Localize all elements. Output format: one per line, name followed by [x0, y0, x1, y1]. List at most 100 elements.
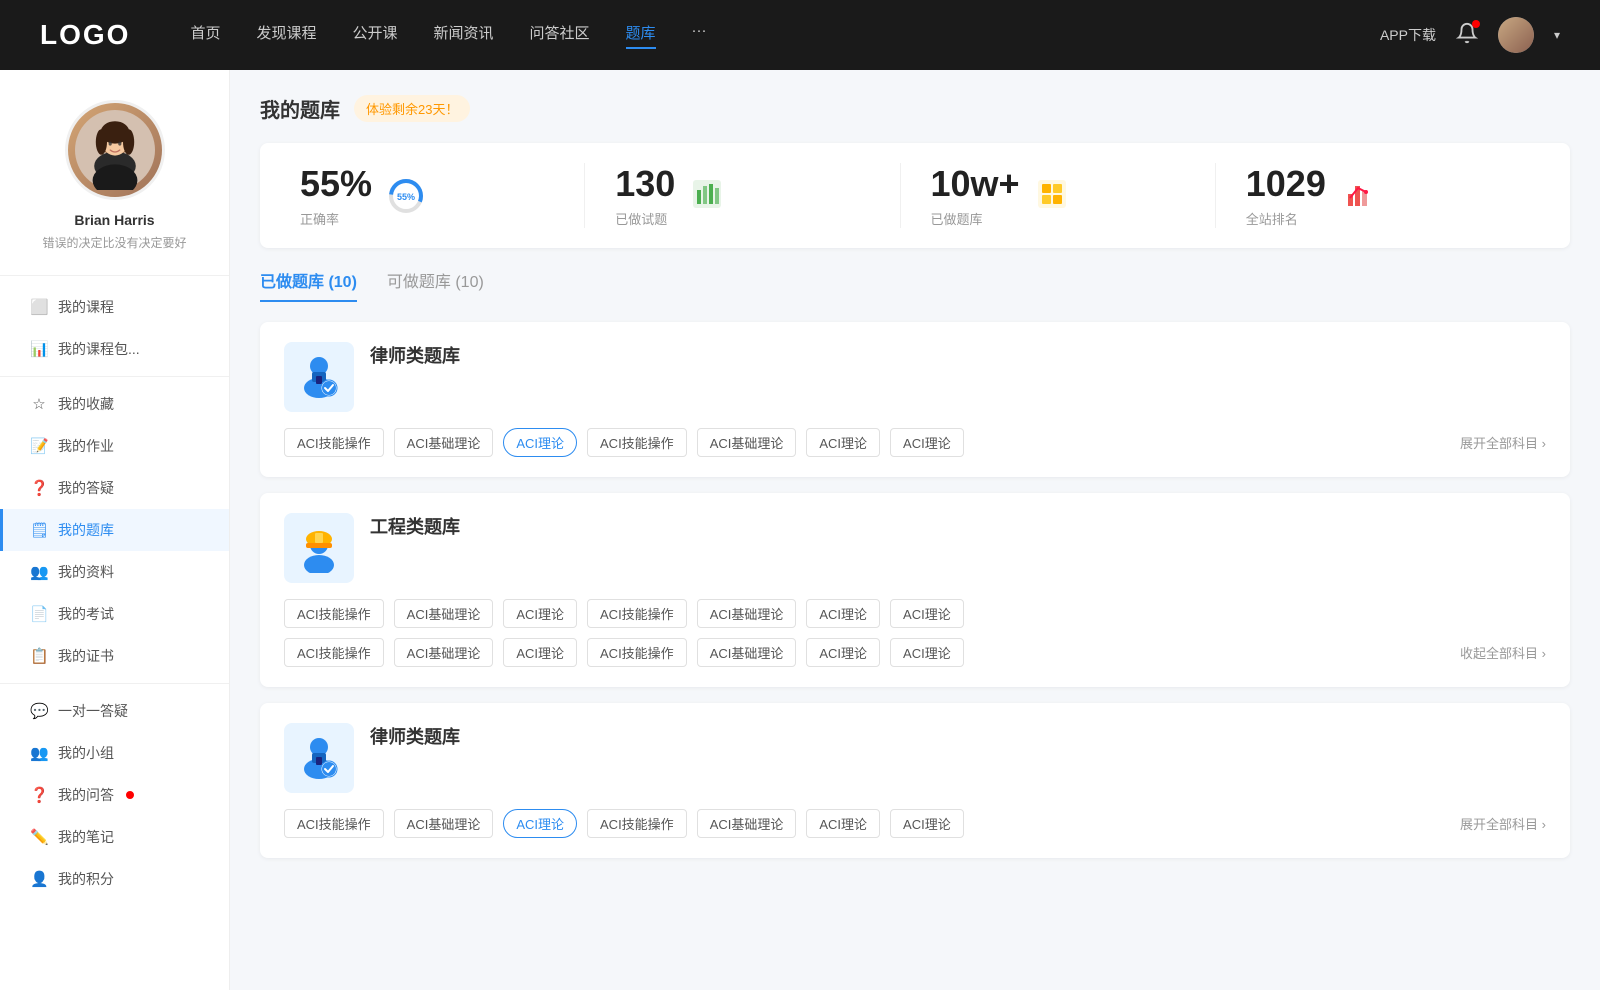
eng-tag-3[interactable]: ACI技能操作	[587, 599, 687, 628]
eng-r2-tag-5[interactable]: ACI理论	[806, 638, 880, 667]
nav-more[interactable]: ···	[692, 22, 707, 49]
sidebar-item-my-certificate[interactable]: 📋 我的证书	[0, 635, 229, 677]
expand-link-lawyer-2[interactable]: 展开全部科目 ›	[1460, 814, 1546, 833]
sidebar-item-one-on-one[interactable]: 💬 一对一答疑	[0, 690, 229, 732]
sidebar-item-my-group[interactable]: 👥 我的小组	[0, 732, 229, 774]
sidebar-item-my-questions[interactable]: ❓ 我的答疑	[0, 467, 229, 509]
eng-r2-tag-0[interactable]: ACI技能操作	[284, 638, 384, 667]
tag-2[interactable]: ACI理论	[503, 428, 577, 457]
qbank-card-engineer: 工程类题库 ACI技能操作 ACI基础理论 ACI理论 ACI技能操作 ACI基…	[260, 493, 1570, 687]
nav-discover[interactable]: 发现课程	[256, 22, 316, 49]
qbank-tags-engineer-row2: ACI技能操作 ACI基础理论 ACI理论 ACI技能操作 ACI基础理论 AC…	[284, 638, 1546, 667]
eng-r2-tag-2[interactable]: ACI理论	[503, 638, 577, 667]
stat-banks-value: 10w+ 已做题库	[931, 163, 1020, 228]
sidebar-item-my-favorites[interactable]: ☆ 我的收藏	[0, 383, 229, 425]
accuracy-chart-icon: 55%	[386, 176, 426, 216]
user-dropdown-arrow[interactable]: ▾	[1554, 28, 1560, 42]
tag-0[interactable]: ACI技能操作	[284, 428, 384, 457]
l2-tag-1[interactable]: ACI基础理论	[394, 809, 494, 838]
eng-tag-6[interactable]: ACI理论	[890, 599, 964, 628]
eng-r2-tag-1[interactable]: ACI基础理论	[394, 638, 494, 667]
divider-2	[0, 683, 229, 684]
nav-news[interactable]: 新闻资讯	[434, 22, 494, 49]
divider-1	[0, 376, 229, 377]
stat-banks: 10w+ 已做题库	[901, 163, 1216, 228]
stat-accuracy-value: 55% 正确率	[300, 163, 372, 228]
sidebar-item-my-course[interactable]: ⬜ 我的课程	[0, 286, 229, 328]
user-avatar-nav[interactable]	[1498, 17, 1534, 53]
sidebar-item-my-course-pack[interactable]: 📊 我的课程包...	[0, 328, 229, 370]
sidebar-item-my-data[interactable]: 👥 我的资料	[0, 551, 229, 593]
notes-icon: ✏️	[30, 828, 48, 846]
eng-r2-tag-6[interactable]: ACI理论	[890, 638, 964, 667]
user-profile: Brian Harris 错误的决定比没有决定要好	[0, 100, 229, 276]
eng-r2-tag-4[interactable]: ACI基础理论	[697, 638, 797, 667]
l2-tag-6[interactable]: ACI理论	[890, 809, 964, 838]
nav-qbank[interactable]: 题库	[626, 22, 656, 49]
stat-questions-value: 130 已做试题	[615, 163, 675, 228]
sidebar-item-my-homework[interactable]: 📝 我的作业	[0, 425, 229, 467]
logo[interactable]: LOGO	[40, 19, 130, 51]
expand-link-lawyer-1[interactable]: 展开全部科目 ›	[1460, 433, 1546, 452]
nav-menu: 首页 发现课程 公开课 新闻资讯 问答社区 题库 ···	[190, 22, 1380, 49]
course-pack-icon: 📊	[30, 340, 48, 358]
sidebar-item-my-points[interactable]: 👤 我的积分	[0, 858, 229, 900]
banks-chart-icon	[1034, 176, 1074, 216]
tag-4[interactable]: ACI基础理论	[697, 428, 797, 457]
sidebar-item-my-qa[interactable]: ❓ 我的问答	[0, 774, 229, 816]
qbank-icon: 🗒	[30, 521, 48, 539]
sidebar-item-my-exam[interactable]: 📄 我的考试	[0, 593, 229, 635]
sidebar-item-my-notes[interactable]: ✏️ 我的笔记	[0, 816, 229, 858]
tab-available[interactable]: 可做题库 (10)	[387, 268, 484, 302]
tag-1[interactable]: ACI基础理论	[394, 428, 494, 457]
l2-tag-0[interactable]: ACI技能操作	[284, 809, 384, 838]
qbank-tags-lawyer-2: ACI技能操作 ACI基础理论 ACI理论 ACI技能操作 ACI基础理论 AC…	[284, 809, 1546, 838]
questions-chart-icon	[689, 176, 729, 216]
qa-icon: ❓	[30, 786, 48, 804]
one-on-one-icon: 💬	[30, 702, 48, 720]
stat-rank: 1029 全站排名	[1216, 163, 1530, 228]
tag-3[interactable]: ACI技能操作	[587, 428, 687, 457]
eng-tag-5[interactable]: ACI理论	[806, 599, 880, 628]
eng-tag-0[interactable]: ACI技能操作	[284, 599, 384, 628]
eng-r2-tag-3[interactable]: ACI技能操作	[587, 638, 687, 667]
eng-tag-4[interactable]: ACI基础理论	[697, 599, 797, 628]
l2-tag-5[interactable]: ACI理论	[806, 809, 880, 838]
sidebar-item-my-qbank[interactable]: 🗒 我的题库	[0, 509, 229, 551]
qbank-title-engineer: 工程类题库	[370, 513, 460, 539]
lawyer2-icon-wrap	[284, 723, 354, 793]
tag-5[interactable]: ACI理论	[806, 428, 880, 457]
sidebar-menu: ⬜ 我的课程 📊 我的课程包... ☆ 我的收藏 📝 我的作业 ❓ 我的答疑 🗒	[0, 276, 229, 910]
main-layout: Brian Harris 错误的决定比没有决定要好 ⬜ 我的课程 📊 我的课程包…	[0, 70, 1600, 990]
stat-questions: 130 已做试题	[585, 163, 900, 228]
svg-text:55%: 55%	[397, 192, 415, 202]
tag-6[interactable]: ACI理论	[890, 428, 964, 457]
favorites-icon: ☆	[30, 395, 48, 413]
nav-open-course[interactable]: 公开课	[352, 22, 397, 49]
page-header: 我的题库 体验剩余23天！	[260, 94, 1570, 123]
main-content: 我的题库 体验剩余23天！ 55% 正确率 55%	[230, 70, 1600, 990]
data-icon: 👥	[30, 563, 48, 581]
engineer-icon-wrap	[284, 513, 354, 583]
points-icon: 👤	[30, 870, 48, 888]
notification-dot	[1472, 20, 1480, 28]
l2-tag-2[interactable]: ACI理论	[503, 809, 577, 838]
l2-tag-4[interactable]: ACI基础理论	[697, 809, 797, 838]
app-download-btn[interactable]: APP下载	[1380, 25, 1436, 45]
collapse-link-engineer[interactable]: 收起全部科目 ›	[1460, 643, 1546, 662]
l2-tag-3[interactable]: ACI技能操作	[587, 809, 687, 838]
homework-icon: 📝	[30, 437, 48, 455]
tab-done[interactable]: 已做题库 (10)	[260, 268, 357, 302]
notification-bell[interactable]	[1456, 22, 1478, 49]
page-title: 我的题库	[260, 94, 340, 123]
eng-tag-1[interactable]: ACI基础理论	[394, 599, 494, 628]
tab-bar: 已做题库 (10) 可做题库 (10)	[260, 268, 1570, 302]
nav-home[interactable]: 首页	[190, 22, 220, 49]
qbank-tags-lawyer-1: ACI技能操作 ACI基础理论 ACI理论 ACI技能操作 ACI基础理论 AC…	[284, 428, 1546, 457]
user-motto: 错误的决定比没有决定要好	[20, 234, 209, 251]
nav-qa[interactable]: 问答社区	[530, 22, 590, 49]
qbank-tags-engineer-row1: ACI技能操作 ACI基础理论 ACI理论 ACI技能操作 ACI基础理论 AC…	[284, 599, 1546, 628]
qbank-title-lawyer-2: 律师类题库	[370, 723, 460, 749]
eng-tag-2[interactable]: ACI理论	[503, 599, 577, 628]
trial-badge: 体验剩余23天！	[354, 95, 470, 122]
